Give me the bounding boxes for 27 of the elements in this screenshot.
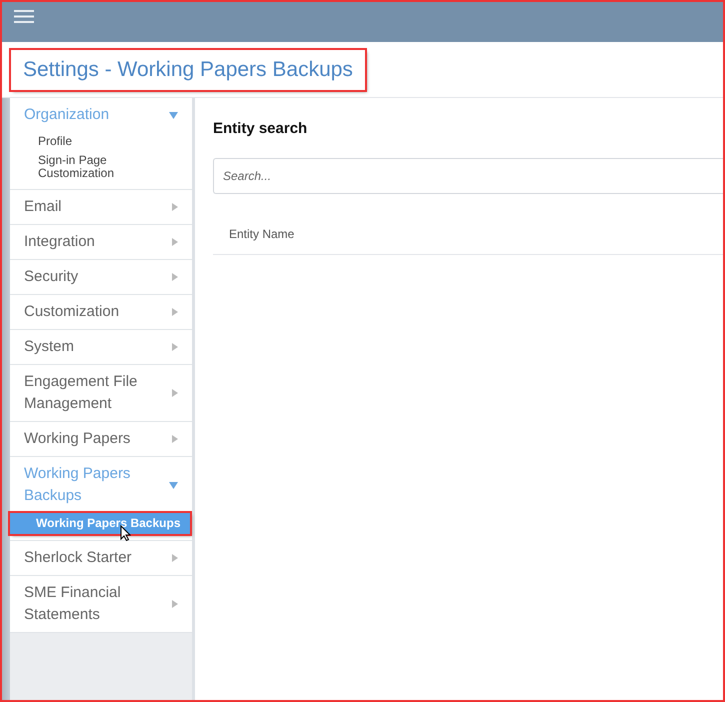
caret-right-icon	[172, 308, 178, 316]
caret-right-icon	[172, 435, 178, 443]
caret-right-icon	[172, 273, 178, 281]
caret-down-icon	[169, 482, 178, 488]
menu-icon[interactable]	[14, 10, 34, 23]
sidebar-item[interactable]: Security	[10, 260, 192, 294]
sidebar-item[interactable]: System	[10, 330, 192, 364]
sidebar-item[interactable]: SME Financial Statements	[10, 576, 192, 632]
search-field[interactable]: Search...	[213, 158, 723, 194]
sidebar-item[interactable]: Integration	[10, 225, 192, 259]
sidebar-subitem[interactable]: Sign-in Page Customization	[10, 151, 148, 183]
sidebar-item[interactable]: Customization	[10, 295, 192, 329]
sidebar-item[interactable]: Engagement File Management	[10, 365, 192, 421]
caret-right-icon	[172, 343, 178, 351]
sidebar-subitem[interactable]: Profile	[10, 132, 148, 151]
column-header[interactable]: Entity Name	[229, 227, 294, 241]
sidebar-item[interactable]: Working Papers	[10, 422, 192, 456]
caret-right-icon	[172, 389, 178, 397]
sidebar-item[interactable]: Email	[10, 190, 192, 224]
caret-right-icon	[172, 554, 178, 562]
caret-down-icon	[169, 112, 178, 118]
page-title: Settings - Working Papers Backups	[11, 50, 365, 90]
sidebar-item[interactable]: Sherlock Starter	[10, 541, 192, 575]
caret-right-icon	[172, 238, 178, 246]
section-heading: Entity search	[213, 120, 308, 137]
caret-right-icon	[172, 203, 178, 211]
caret-right-icon	[172, 600, 178, 608]
